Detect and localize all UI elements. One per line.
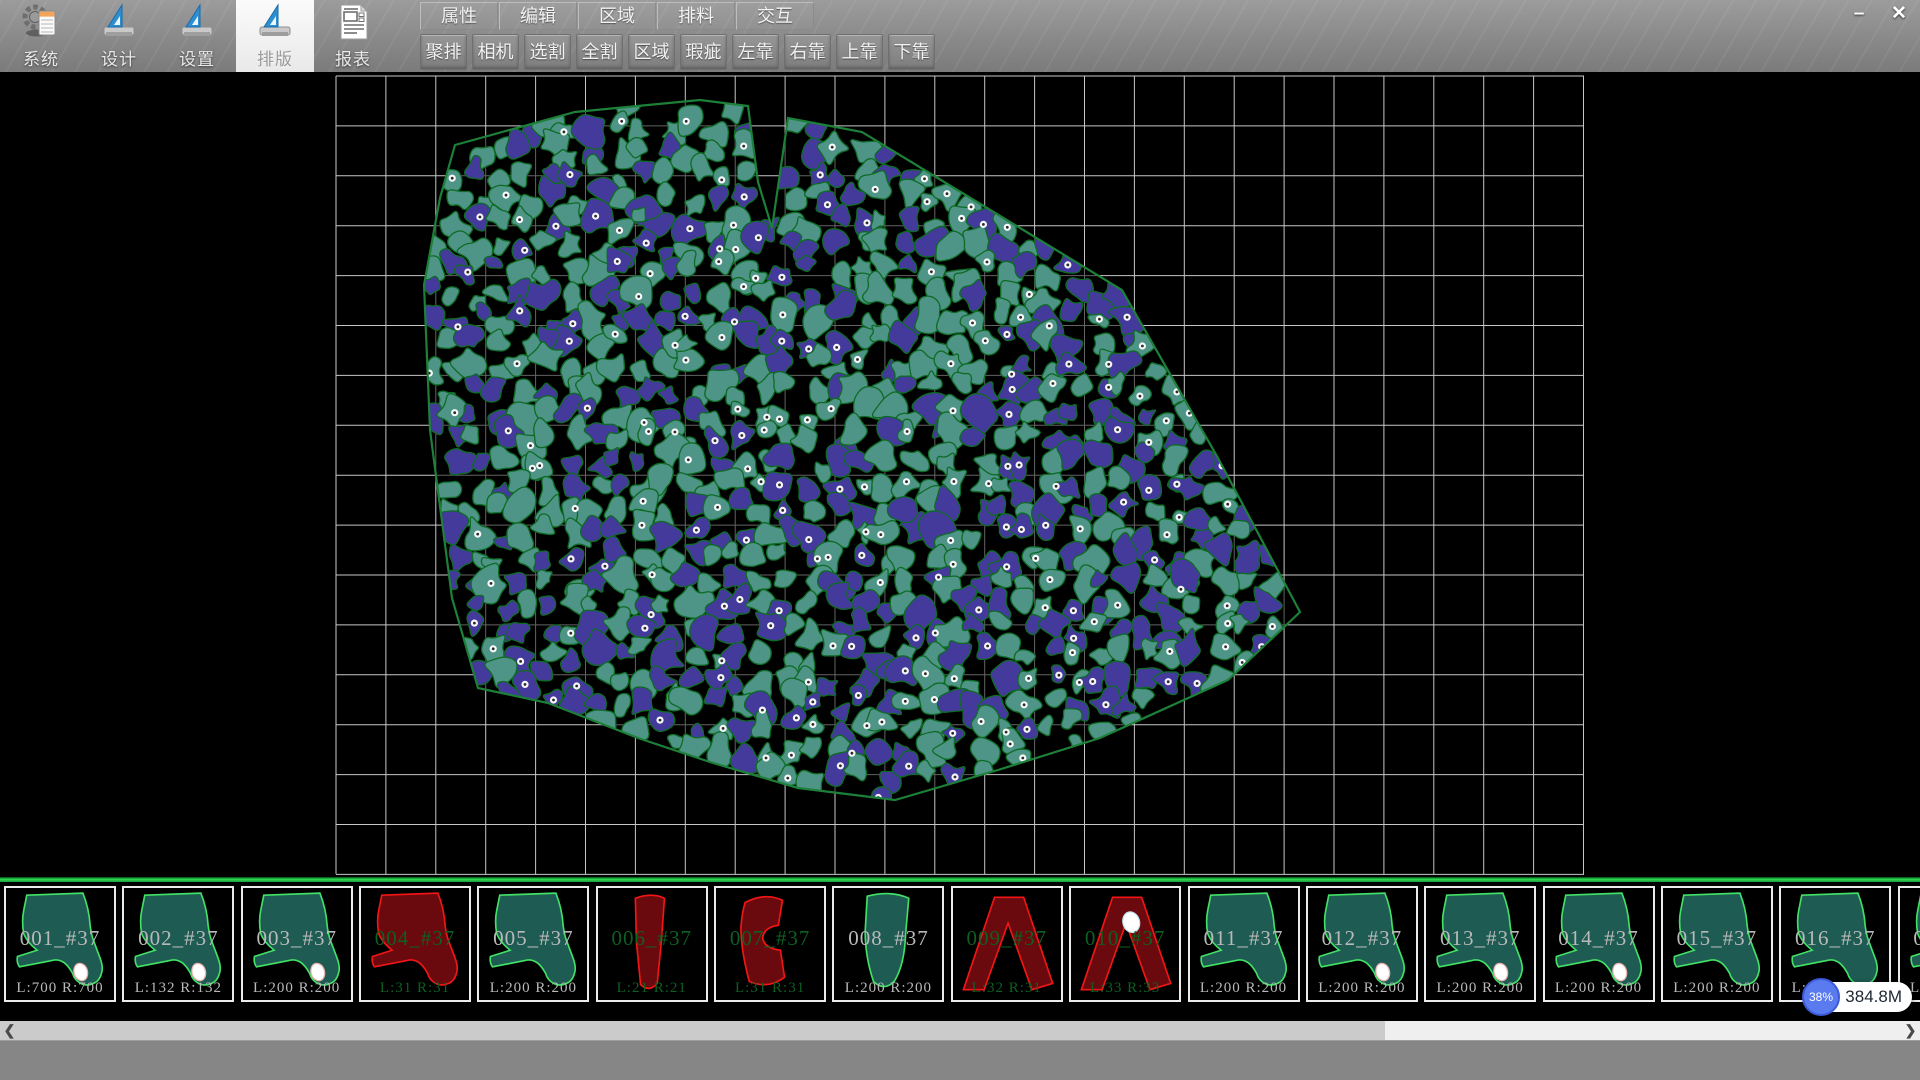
- tool-button-camera[interactable]: 相机: [472, 34, 519, 70]
- thumbnail-006[interactable]: 006_#37L:21 R:21: [596, 886, 708, 1002]
- thumbnail-011[interactable]: 011_#37L:200 R:200: [1188, 886, 1300, 1002]
- memory-usage-label: 384.8M: [1845, 982, 1902, 1012]
- memory-badge: 38% 384.8M: [1806, 982, 1912, 1012]
- pattern-piece-shape: [1545, 888, 1653, 1000]
- menu-tab-interact[interactable]: 交互: [736, 2, 814, 30]
- pattern-piece-shape: [1663, 888, 1771, 1000]
- report-icon: [333, 2, 373, 42]
- thumbnail-015[interactable]: 015_#37L:200 R:200: [1661, 886, 1773, 1002]
- menu-tab-edit[interactable]: 编辑: [499, 2, 577, 30]
- scroll-right-arrow-icon[interactable]: ❯: [1901, 1021, 1920, 1040]
- app-button-label: 设置: [179, 45, 215, 70]
- tool-button-cut-all[interactable]: 全割: [576, 34, 623, 70]
- memory-percent-badge: 38%: [1802, 978, 1840, 1016]
- tool-button-snap-bottom[interactable]: 下靠: [888, 34, 935, 70]
- pattern-piece-shape: [1071, 888, 1179, 1000]
- tool-button-region[interactable]: 区域: [628, 34, 675, 70]
- tool-button-select-cut[interactable]: 选割: [524, 34, 571, 70]
- app-button-label: 排版: [257, 45, 293, 70]
- menu-tab-region[interactable]: 区域: [578, 2, 656, 30]
- triangle-ruler-icon: [99, 2, 139, 42]
- pattern-thumbnail-strip: 001_#37L:700 R:700002_#37L:132 R:132003_…: [0, 882, 1920, 1021]
- thumbnail-001[interactable]: 001_#37L:700 R:700: [4, 886, 116, 1002]
- triangle-ruler-icon: [255, 2, 295, 42]
- app-button-label: 设计: [101, 45, 137, 70]
- app-button-design[interactable]: 设计: [80, 0, 158, 72]
- tool-button-snap-right[interactable]: 右靠: [784, 34, 831, 70]
- app-button-label: 报表: [335, 45, 371, 70]
- app-button-label: 系统: [23, 45, 59, 70]
- application-window: 系统设计设置排版报表 属性编辑区域排料交互 聚排相机选割全割区域瑕疵左靠右靠上靠…: [0, 0, 1920, 1080]
- window-controls: – ✕: [1844, 2, 1914, 26]
- thumbnail-012[interactable]: 012_#37L:200 R:200: [1306, 886, 1418, 1002]
- app-button-settings[interactable]: 设置: [158, 0, 236, 72]
- tool-button-defect[interactable]: 瑕疵: [680, 34, 727, 70]
- app-button-nesting[interactable]: 排版: [236, 0, 314, 72]
- minimize-button[interactable]: –: [1844, 2, 1874, 26]
- pattern-piece-shape: [361, 888, 469, 1000]
- thumbnail-004[interactable]: 004_#37L:31 R:31: [359, 886, 471, 1002]
- scrollbar-thumb[interactable]: [19, 1021, 1385, 1040]
- pattern-piece-shape: [1308, 888, 1416, 1000]
- tool-button-cluster-nest[interactable]: 聚排: [420, 34, 467, 70]
- thumbnail-003[interactable]: 003_#37L:200 R:200: [241, 886, 353, 1002]
- gear-notebook-icon: [21, 2, 61, 42]
- app-button-bar: 系统 设计 设置 排版 报表: [2, 0, 392, 72]
- pattern-piece-shape: [1426, 888, 1534, 1000]
- app-button-report[interactable]: 报表: [314, 0, 392, 72]
- tool-button-snap-left[interactable]: 左靠: [732, 34, 779, 70]
- thumbnail-007[interactable]: 007_#37L:31 R:31: [714, 886, 826, 1002]
- triangle-ruler-icon: [177, 2, 217, 42]
- pattern-piece-shape: [953, 888, 1061, 1000]
- menu-tab-nest-material[interactable]: 排料: [657, 2, 735, 30]
- app-button-system[interactable]: 系统: [2, 0, 80, 72]
- thumbnail-002[interactable]: 002_#37L:132 R:132: [122, 886, 234, 1002]
- scroll-left-arrow-icon[interactable]: ❮: [0, 1021, 19, 1040]
- pattern-piece-shape: [598, 888, 706, 1000]
- menu-tab-row: 属性编辑区域排料交互: [420, 2, 940, 30]
- pattern-piece-shape: [479, 888, 587, 1000]
- thumbnail-008[interactable]: 008_#37L:200 R:200: [832, 886, 944, 1002]
- nesting-canvas[interactable]: [0, 72, 1920, 877]
- status-bar: [0, 1040, 1920, 1080]
- thumbnail-010[interactable]: 010_#37L:33 R:33: [1069, 886, 1181, 1002]
- tool-button-row: 聚排相机选割全割区域瑕疵左靠右靠上靠下靠: [420, 34, 940, 70]
- menu-tab-properties[interactable]: 属性: [420, 2, 498, 30]
- pattern-piece-shape: [243, 888, 351, 1000]
- pattern-piece-shape: [6, 888, 114, 1000]
- thumbnail-014[interactable]: 014_#37L:200 R:200: [1543, 886, 1655, 1002]
- menu-area: 属性编辑区域排料交互 聚排相机选割全割区域瑕疵左靠右靠上靠下靠: [420, 0, 940, 70]
- pattern-piece-shape: [716, 888, 824, 1000]
- toolbar: 系统设计设置排版报表 属性编辑区域排料交互 聚排相机选割全割区域瑕疵左靠右靠上靠…: [0, 0, 1920, 73]
- thumbnail-013[interactable]: 013_#37L:200 R:200: [1424, 886, 1536, 1002]
- thumbnail-005[interactable]: 005_#37L:200 R:200: [477, 886, 589, 1002]
- horizontal-scrollbar[interactable]: ❮ ❯: [0, 1021, 1920, 1040]
- close-button[interactable]: ✕: [1884, 2, 1914, 26]
- tool-button-snap-top[interactable]: 上靠: [836, 34, 883, 70]
- pattern-piece-shape: [1190, 888, 1298, 1000]
- pattern-piece-shape: [124, 888, 232, 1000]
- pattern-piece-shape: [834, 888, 942, 1000]
- thumbnail-009[interactable]: 009_#37L:32 R:31: [951, 886, 1063, 1002]
